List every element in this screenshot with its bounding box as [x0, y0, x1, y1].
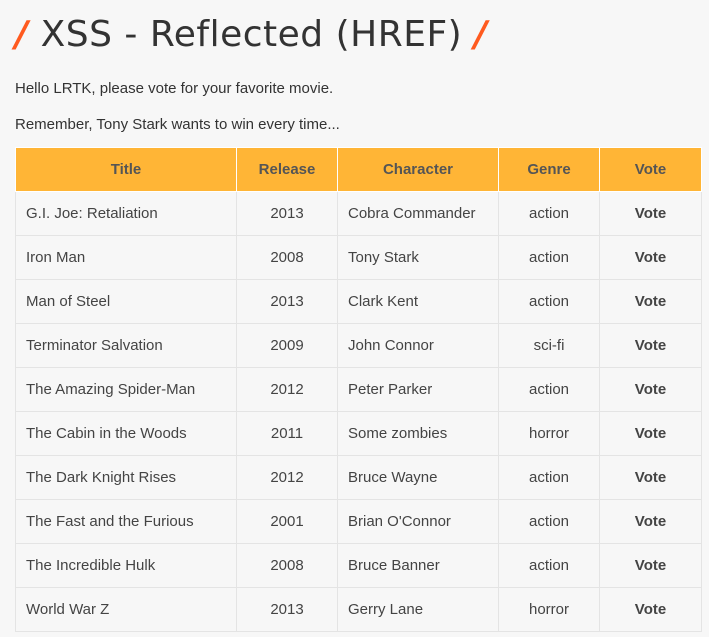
cell-release: 2012 — [236, 367, 338, 412]
cell-title: G.I. Joe: Retaliation — [15, 191, 237, 236]
cell-character: Tony Stark — [337, 235, 499, 280]
table-row: Terminator Salvation 2009 John Connor sc… — [15, 323, 702, 368]
table-row: The Fast and the Furious 2001 Brian O'Co… — [15, 499, 702, 544]
cell-genre: action — [498, 543, 600, 588]
table-row: World War Z 2013 Gerry Lane horror Vote — [15, 587, 702, 632]
title-slash-left: / — [15, 14, 29, 55]
vote-link[interactable]: Vote — [635, 601, 666, 618]
cell-release: 2008 — [236, 543, 338, 588]
cell-title: World War Z — [15, 587, 237, 632]
table-row: Iron Man 2008 Tony Stark action Vote — [15, 235, 702, 280]
cell-character: Some zombies — [337, 411, 499, 456]
cell-vote: Vote — [599, 279, 702, 324]
cell-vote: Vote — [599, 543, 702, 588]
title-slash-right: / — [474, 14, 488, 55]
vote-link[interactable]: Vote — [635, 205, 666, 222]
table-body: G.I. Joe: Retaliation 2013 Cobra Command… — [15, 191, 702, 632]
cell-title: The Amazing Spider-Man — [15, 367, 237, 412]
page-title: / XSS - Reflected (HREF) / — [15, 10, 488, 60]
table-row: The Incredible Hulk 2008 Bruce Banner ac… — [15, 543, 702, 588]
cell-release: 2011 — [236, 411, 338, 456]
cell-character: Peter Parker — [337, 367, 499, 412]
greeting-message: Hello LRTK, please vote for your favorit… — [15, 80, 334, 97]
cell-genre: horror — [498, 587, 600, 632]
cell-title: The Cabin in the Woods — [15, 411, 237, 456]
cell-genre: action — [498, 235, 600, 280]
cell-genre: action — [498, 367, 600, 412]
cell-genre: action — [498, 455, 600, 500]
cell-release: 2009 — [236, 323, 338, 368]
cell-character: Brian O'Connor — [337, 499, 499, 544]
cell-release: 2001 — [236, 499, 338, 544]
vote-link[interactable]: Vote — [635, 293, 666, 310]
vote-link[interactable]: Vote — [635, 249, 666, 266]
cell-title: The Dark Knight Rises — [15, 455, 237, 500]
cell-character: Bruce Banner — [337, 543, 499, 588]
cell-release: 2013 — [236, 279, 338, 324]
table-row: The Amazing Spider-Man 2012 Peter Parker… — [15, 367, 702, 412]
column-header-release: Release — [236, 147, 338, 192]
column-header-genre: Genre — [498, 147, 600, 192]
vote-link[interactable]: Vote — [635, 337, 666, 354]
column-header-title: Title — [15, 147, 237, 192]
cell-vote: Vote — [599, 367, 702, 412]
cell-genre: sci-fi — [498, 323, 600, 368]
cell-title: Man of Steel — [15, 279, 237, 324]
table-row: Man of Steel 2013 Clark Kent action Vote — [15, 279, 702, 324]
cell-vote: Vote — [599, 235, 702, 280]
cell-title: The Incredible Hulk — [15, 543, 237, 588]
vote-link[interactable]: Vote — [635, 381, 666, 398]
cell-vote: Vote — [599, 455, 702, 500]
table-row: The Dark Knight Rises 2012 Bruce Wayne a… — [15, 455, 702, 500]
cell-character: Gerry Lane — [337, 587, 499, 632]
vote-link[interactable]: Vote — [635, 425, 666, 442]
cell-vote: Vote — [599, 411, 702, 456]
cell-vote: Vote — [599, 499, 702, 544]
vote-link[interactable]: Vote — [635, 469, 666, 486]
vote-link[interactable]: Vote — [635, 513, 666, 530]
cell-genre: action — [498, 499, 600, 544]
cell-genre: action — [498, 279, 600, 324]
cell-character: John Connor — [337, 323, 499, 368]
cell-vote: Vote — [599, 323, 702, 368]
table-row: G.I. Joe: Retaliation 2013 Cobra Command… — [15, 191, 702, 236]
cell-vote: Vote — [599, 191, 702, 236]
page-title-text: XSS - Reflected (HREF) — [40, 14, 463, 55]
cell-release: 2013 — [236, 191, 338, 236]
cell-title: The Fast and the Furious — [15, 499, 237, 544]
table-header-row: Title Release Character Genre Vote — [15, 147, 702, 192]
cell-genre: horror — [498, 411, 600, 456]
note-message: Remember, Tony Stark wants to win every … — [15, 116, 340, 133]
vote-link[interactable]: Vote — [635, 557, 666, 574]
cell-character: Clark Kent — [337, 279, 499, 324]
cell-title: Iron Man — [15, 235, 237, 280]
cell-release: 2012 — [236, 455, 338, 500]
cell-character: Cobra Commander — [337, 191, 499, 236]
cell-vote: Vote — [599, 587, 702, 632]
table-row: The Cabin in the Woods 2011 Some zombies… — [15, 411, 702, 456]
column-header-character: Character — [337, 147, 499, 192]
cell-title: Terminator Salvation — [15, 323, 237, 368]
cell-release: 2013 — [236, 587, 338, 632]
cell-character: Bruce Wayne — [337, 455, 499, 500]
cell-genre: action — [498, 191, 600, 236]
movies-table: Title Release Character Genre Vote G.I. … — [15, 147, 702, 632]
cell-release: 2008 — [236, 235, 338, 280]
column-header-vote: Vote — [599, 147, 702, 192]
